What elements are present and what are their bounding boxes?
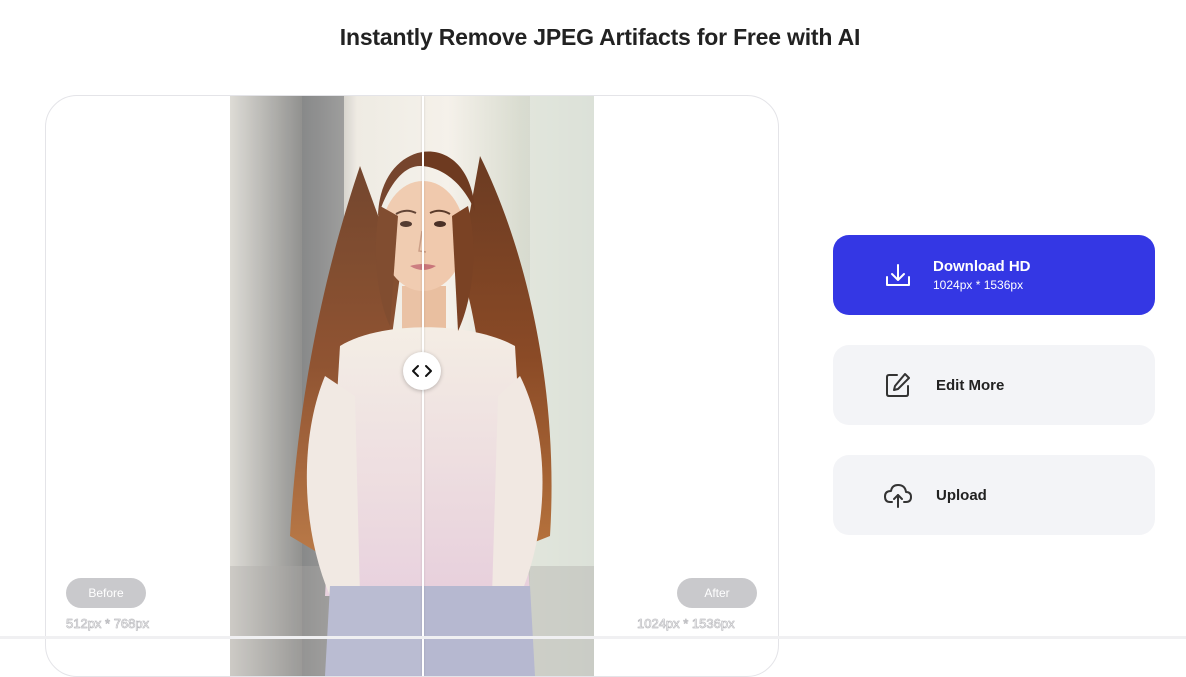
download-label: Download HD <box>933 258 1031 275</box>
chevron-left-right-icon <box>412 365 432 377</box>
page-title: Instantly Remove JPEG Artifacts for Free… <box>339 24 861 50</box>
upload-button[interactable]: Upload <box>833 455 1155 535</box>
before-after-comparison[interactable]: Before 512px * 768px After 1024px * 1536… <box>45 95 779 677</box>
comparison-slider-handle[interactable] <box>403 352 441 390</box>
edit-icon <box>886 373 910 397</box>
download-hd-button[interactable]: Download HD 1024px * 1536px <box>833 235 1155 315</box>
before-dimensions: 512px * 768px <box>66 616 150 632</box>
download-dimensions: 1024px * 1536px <box>933 278 1024 292</box>
before-region <box>230 96 423 676</box>
download-icon <box>886 264 910 286</box>
after-dimensions: 1024px * 1536px <box>637 616 735 632</box>
cloud-upload-icon <box>884 484 912 508</box>
edit-more-label: Edit More <box>936 376 1005 394</box>
edit-more-button[interactable]: Edit More <box>833 345 1155 425</box>
after-badge: After <box>677 578 757 608</box>
upload-label: Upload <box>936 486 987 504</box>
before-badge: Before <box>66 578 146 608</box>
